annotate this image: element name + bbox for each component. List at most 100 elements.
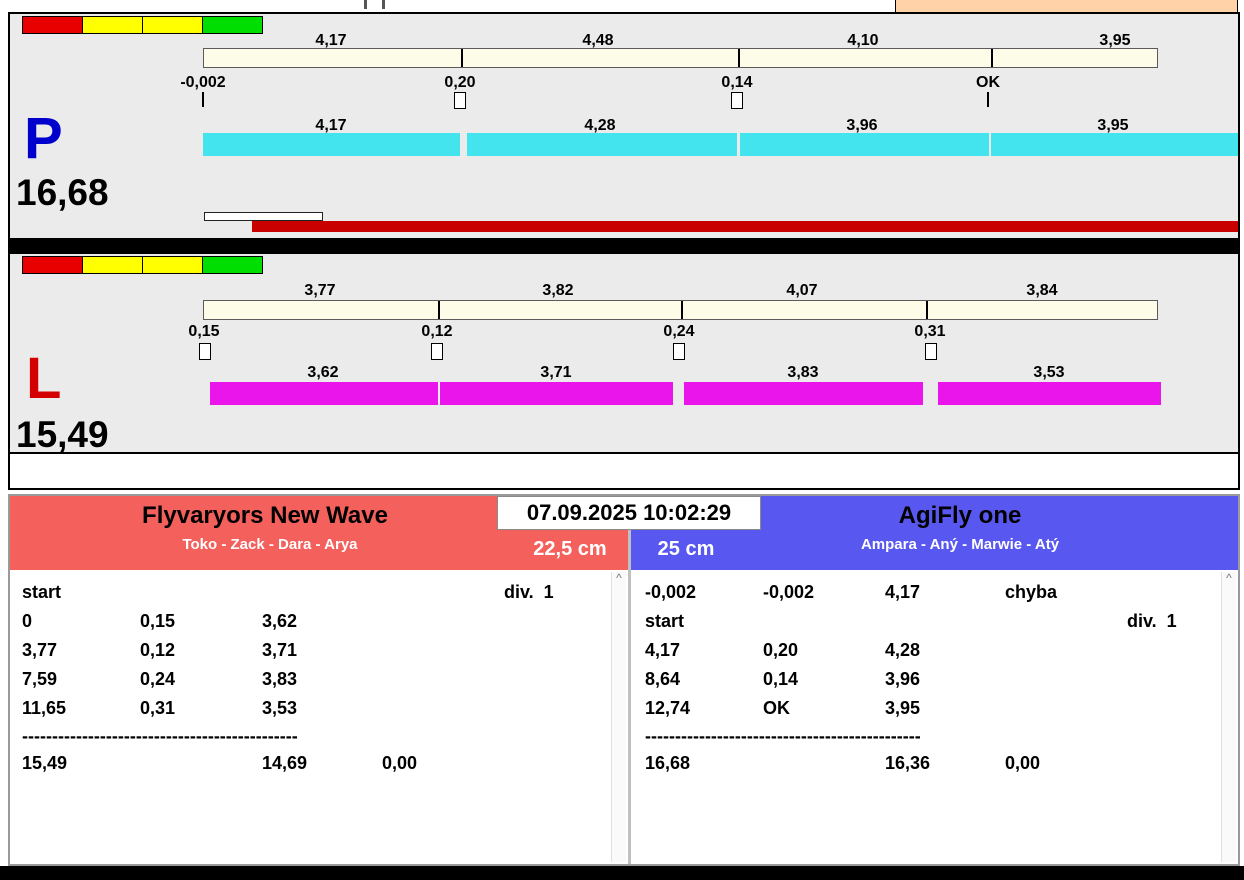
- p-progress-outline: [204, 212, 323, 221]
- l-total-time: 15,49: [16, 414, 109, 455]
- log-row: 8,64 0,14 3,96: [645, 665, 1238, 694]
- log-totals-row: 16,68 16,36 0,00: [645, 749, 1238, 778]
- log-cell: 4,17: [885, 582, 921, 602]
- l-run-value: 3,53: [1033, 364, 1065, 381]
- log-cell: 0,31: [140, 698, 176, 718]
- split-tick: [202, 92, 204, 107]
- change-indicator-box: [199, 343, 211, 360]
- bar-divider: [738, 49, 740, 67]
- split-tick: [987, 92, 989, 107]
- log-cell: 11,65: [22, 698, 67, 718]
- l-top-value: 3,82: [542, 282, 574, 299]
- log-row: start div. 1: [22, 578, 628, 607]
- log-row: 7,59 0,24 3,83: [22, 665, 628, 694]
- log-cell: 14,69: [262, 753, 308, 773]
- log-separator: ----------------------------------------…: [22, 726, 298, 746]
- l-run-bar: [684, 382, 923, 405]
- log-cell: start: [22, 582, 62, 602]
- start-lights: [22, 256, 263, 274]
- yellow-light: [82, 16, 143, 34]
- p-split-value: 0,20: [444, 74, 476, 91]
- log-cell: 8,64: [645, 669, 681, 689]
- change-indicator-box: [431, 343, 443, 360]
- log-cell: 3,77: [22, 640, 58, 660]
- log-cell: -0,002: [763, 582, 815, 602]
- window-top-strip: [0, 0, 1244, 13]
- p-reference-bar: [203, 48, 1158, 68]
- p-progress-bar: [252, 221, 1238, 232]
- log-cell: 0,12: [140, 640, 176, 660]
- l-run-value: 3,71: [540, 364, 572, 381]
- p-total-time: 16,68: [16, 172, 109, 213]
- p-run-bar: [467, 133, 737, 156]
- log-cell: 3,53: [262, 698, 298, 718]
- log-cell: 16,36: [885, 753, 931, 773]
- yellow-light: [142, 16, 203, 34]
- red-light: [22, 16, 83, 34]
- green-light: [202, 16, 263, 34]
- bottom-bar: [0, 866, 1244, 880]
- log-cell: 7,59: [22, 669, 58, 689]
- l-top-value: 3,77: [304, 282, 336, 299]
- yellow-light: [82, 256, 143, 274]
- panel-separator: [8, 240, 1240, 252]
- bar-divider: [926, 301, 928, 319]
- log-cell: div. 1: [504, 582, 554, 602]
- l-run-bar: [938, 382, 1161, 405]
- l-run-bar: [440, 382, 673, 405]
- run-log-right[interactable]: -0,002 -0,002 4,17 chyba start div. 1 4,17 0,…: [631, 570, 1238, 864]
- log-cell: chyba: [1005, 582, 1058, 602]
- log-row: 0 0,15 3,62: [22, 607, 628, 636]
- scroll-up-icon[interactable]: ^: [1226, 571, 1232, 585]
- log-cell: 0,14: [763, 669, 799, 689]
- change-indicator-box: [925, 343, 937, 360]
- scrollbar[interactable]: ^: [1221, 572, 1236, 862]
- change-indicator-box: [673, 343, 685, 360]
- log-row: 3,77 0,12 3,71: [22, 636, 628, 665]
- jump-height-left: 22,5 cm: [533, 538, 607, 560]
- l-split-value: 0,24: [663, 323, 695, 340]
- l-run-bar: [210, 382, 438, 405]
- log-separator: ----------------------------------------…: [645, 726, 921, 746]
- start-lights: [22, 16, 263, 34]
- log-cell: 15,49: [22, 753, 68, 773]
- bar-divider: [991, 49, 993, 67]
- log-cell: div. 1: [1127, 611, 1177, 631]
- p-run-bar: [991, 133, 1238, 156]
- run-log-left[interactable]: start div. 1 0 0,15 3,62 3,77 0,12 3,71 7,59 0…: [10, 570, 628, 864]
- log-cell: 3,96: [885, 669, 921, 689]
- log-cell: 3,95: [885, 698, 921, 718]
- log-cell: 0,24: [140, 669, 176, 689]
- l-top-value: 4,07: [786, 282, 818, 299]
- log-cell: 0,20: [763, 640, 799, 660]
- scrollbar[interactable]: ^: [611, 572, 626, 862]
- log-row: 12,74 OK 3,95: [645, 694, 1238, 723]
- p-split-value: OK: [976, 74, 1000, 91]
- scroll-up-icon[interactable]: ^: [616, 571, 622, 585]
- l-run-value: 3,62: [307, 364, 339, 381]
- p-run-bar: [203, 133, 460, 156]
- l-split-value: 0,15: [188, 323, 220, 340]
- change-indicator-box: [454, 92, 466, 109]
- scoreboard: Flyvaryors New Wave Toko - Zack - Dara -…: [8, 494, 1240, 866]
- p-run-bar: [740, 133, 989, 156]
- l-reference-bar: [203, 300, 1158, 320]
- team-name-right: AgiFly one: [898, 502, 1022, 529]
- l-split-value: 0,12: [421, 323, 453, 340]
- clipped-ui-fragment: [364, 0, 367, 9]
- log-cell: 4,17: [645, 640, 681, 660]
- yellow-light: [142, 256, 203, 274]
- team-name-left: Flyvaryors New Wave: [142, 502, 388, 529]
- bar-divider: [461, 49, 463, 67]
- p-split-value: -0,002: [180, 74, 226, 91]
- timestamp: 07.09.2025 10:02:29: [497, 496, 761, 530]
- l-top-value: 3,84: [1026, 282, 1058, 299]
- log-cell: 12,74: [645, 698, 691, 718]
- p-split-value: 0,14: [721, 74, 753, 91]
- green-light: [202, 256, 263, 274]
- l-bottom-strip: [10, 452, 1238, 488]
- app-window: 4,17 4,48 4,10 3,95 -0,002 0,20 0,14 OK …: [0, 0, 1244, 880]
- bar-divider: [681, 301, 683, 319]
- log-cell: 16,68: [645, 753, 691, 773]
- log-row: -0,002 -0,002 4,17 chyba: [645, 578, 1238, 607]
